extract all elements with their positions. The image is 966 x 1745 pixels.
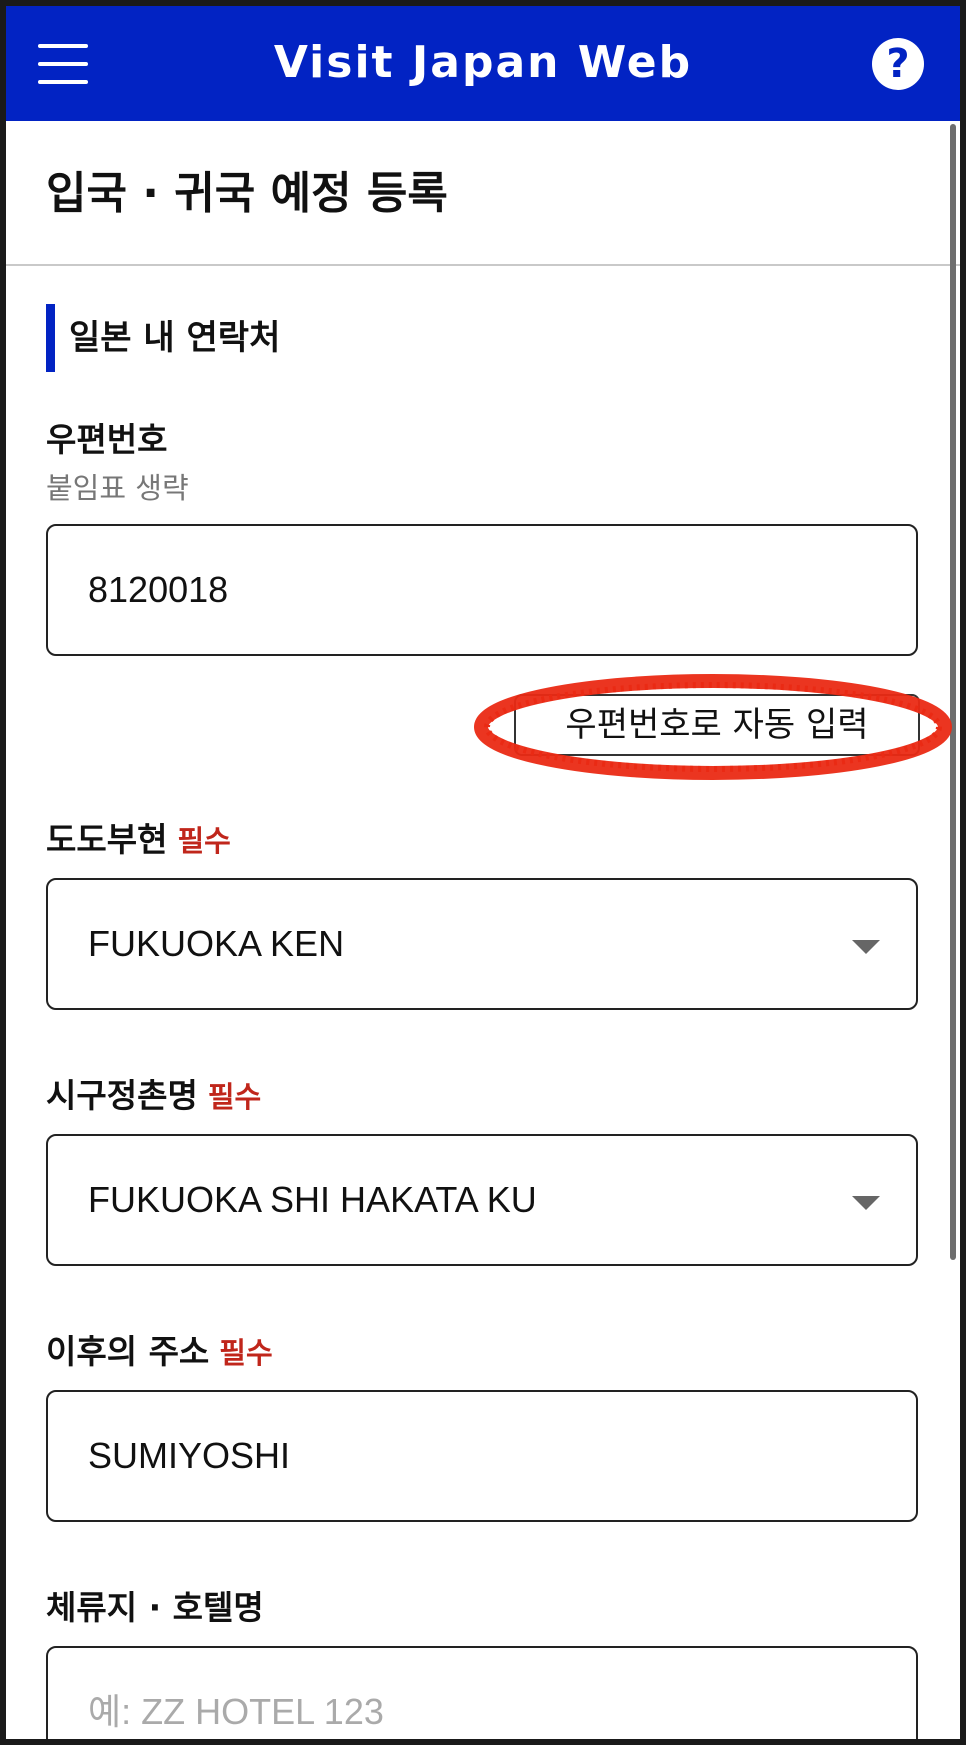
postal-autofill-button[interactable]: 우편번호로 자동 입력 bbox=[514, 694, 920, 756]
help-icon[interactable]: ? bbox=[872, 38, 924, 90]
scrollbar[interactable] bbox=[950, 124, 956, 1260]
postal-code-label: 우편번호 bbox=[46, 420, 168, 459]
city-value: FUKUOKA SHI HAKATA KU bbox=[88, 1179, 537, 1220]
prefecture-select[interactable]: FUKUOKA KEN bbox=[46, 878, 918, 1010]
hotel-input[interactable]: 예: ZZ HOTEL 123 bbox=[46, 1646, 918, 1739]
app-title: Visit Japan Web bbox=[273, 37, 693, 88]
address-label: 이후의 주소 필수 bbox=[46, 1330, 273, 1375]
app-frame: Visit Japan Web ? 입국 · 귀국 예정 등록 일본 내 연락처… bbox=[6, 6, 960, 1739]
hotel-label: 체류지 · 호텔명 bbox=[46, 1588, 264, 1627]
address-input[interactable]: SUMIYOSHI bbox=[46, 1390, 918, 1522]
prefecture-value: FUKUOKA KEN bbox=[88, 923, 345, 964]
city-label-text: 시구정촌명 bbox=[46, 1076, 198, 1115]
chevron-down-icon bbox=[852, 1196, 880, 1210]
prefecture-label-text: 도도부현 bbox=[46, 820, 168, 859]
city-select[interactable]: FUKUOKA SHI HAKATA KU bbox=[46, 1134, 918, 1266]
city-label: 시구정촌명 필수 bbox=[46, 1074, 261, 1119]
required-badge: 필수 bbox=[219, 1336, 273, 1370]
chevron-down-icon bbox=[852, 940, 880, 954]
postal-code-hint: 붙임표 생략 bbox=[46, 471, 189, 505]
section-heading: 일본 내 연락처 bbox=[46, 304, 280, 372]
top-bar: Visit Japan Web ? bbox=[6, 6, 960, 121]
required-badge: 필수 bbox=[177, 824, 231, 858]
required-badge: 필수 bbox=[207, 1080, 262, 1114]
prefecture-label: 도도부현 필수 bbox=[46, 818, 231, 863]
postal-code-input[interactable]: 8120018 bbox=[46, 524, 918, 656]
page-title: 입국 · 귀국 예정 등록 bbox=[46, 168, 448, 219]
divider bbox=[6, 264, 960, 266]
address-label-text: 이후의 주소 bbox=[46, 1332, 210, 1371]
